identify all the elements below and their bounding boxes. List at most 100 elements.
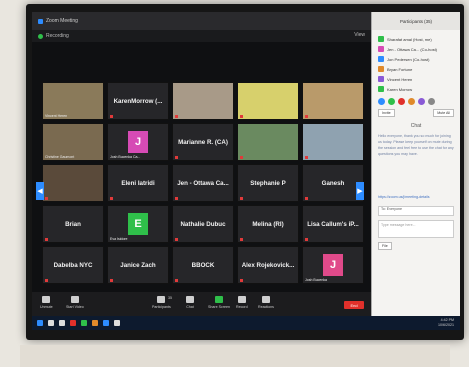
- participant-name: Lisa Callum's iP...: [307, 220, 359, 228]
- participant-tile[interactable]: Melina (RI): [237, 205, 299, 243]
- window-title: Zoom Meeting: [46, 18, 78, 24]
- participant-tile[interactable]: Vincent Heren: [42, 82, 104, 120]
- participant-row-name: Bryan Fortune: [387, 66, 413, 72]
- meeting-topbar: Recording View: [32, 30, 371, 42]
- app-icon-3[interactable]: [92, 320, 98, 326]
- app-icon-2[interactable]: [81, 320, 87, 326]
- participant-tile[interactable]: BBOCK: [172, 246, 234, 284]
- desk-surface: [20, 345, 450, 367]
- participant-tile[interactable]: [42, 164, 104, 202]
- participant-tile[interactable]: Ganesh: [302, 164, 364, 202]
- chat-button[interactable]: Chat: [186, 296, 194, 309]
- participant-tile[interactable]: Christine Gaumont: [42, 123, 104, 161]
- muted-mic-icon: [305, 197, 308, 200]
- chat-input[interactable]: Type message here...: [378, 220, 454, 238]
- search-icon[interactable]: [48, 320, 54, 326]
- participants-icon: [157, 296, 166, 303]
- participant-name: Melina (RI): [252, 220, 284, 228]
- microphone-icon: [42, 296, 51, 303]
- muted-mic-icon: [110, 279, 113, 282]
- zoom-taskbar-icon[interactable]: [103, 320, 109, 326]
- yes-icon[interactable]: [388, 98, 395, 105]
- muted-mic-icon: [175, 238, 178, 241]
- record-button[interactable]: Record: [236, 296, 248, 309]
- avatar: [378, 66, 384, 72]
- windows-taskbar: 4:42 PM 10/6/2021: [32, 316, 460, 330]
- chat-recipient-select[interactable]: To: Everyone: [378, 206, 454, 216]
- participant-row-name: Vincent Heren: [387, 76, 413, 82]
- participant-tile[interactable]: Brian: [42, 205, 104, 243]
- participant-tile[interactable]: Eleni Iatridi: [107, 164, 169, 202]
- view-button[interactable]: View: [354, 32, 365, 38]
- app-icon-1[interactable]: [70, 320, 76, 326]
- avatar: [378, 46, 384, 52]
- participant-name: Alex Rojekovick...: [241, 261, 295, 269]
- participant-tile[interactable]: Stephanie P: [237, 164, 299, 202]
- app-icon-4[interactable]: [114, 320, 120, 326]
- participant-tile[interactable]: E Eva Isidore: [107, 205, 169, 243]
- more-icon[interactable]: [428, 98, 435, 105]
- chat-icon: [186, 296, 194, 303]
- participant-tile[interactable]: Marianne R. (CA): [172, 123, 234, 161]
- participant-tile[interactable]: [302, 123, 364, 161]
- participants-panel: Participants (35) Sharafat amal (Host, m…: [371, 12, 460, 316]
- next-page-arrow[interactable]: ▶: [356, 182, 364, 200]
- participants-label: Participants: [152, 305, 171, 309]
- avatar: J: [128, 131, 148, 153]
- participant-tile[interactable]: J Josh Bucenka Ca...: [107, 123, 169, 161]
- system-clock: 4:42 PM 10/6/2021: [438, 318, 454, 328]
- end-meeting-button[interactable]: End: [344, 301, 364, 309]
- participant-row[interactable]: Sharafat amal (Host, me): [378, 34, 454, 44]
- participant-name: Stephanie P: [250, 179, 286, 187]
- participant-tile[interactable]: [237, 82, 299, 120]
- chat-link[interactable]: https://zoom.us/j/meeting-details: [378, 195, 454, 200]
- participant-row[interactable]: Karen Morrow: [378, 84, 454, 94]
- participant-tile[interactable]: [237, 123, 299, 161]
- unmute-button[interactable]: Unmute: [40, 296, 53, 309]
- participant-name: Eleni Iatridi: [121, 179, 155, 187]
- panel-title: Participants (35): [372, 12, 460, 30]
- participant-tile[interactable]: Nathalie Dubuc: [172, 205, 234, 243]
- start-video-button[interactable]: Start Video: [66, 296, 84, 309]
- participant-tile[interactable]: [172, 82, 234, 120]
- clock-date: 10/6/2021: [438, 323, 454, 327]
- meeting-toolbar: Unmute Start Video Participants 35 Chat …: [32, 292, 371, 316]
- participant-tile[interactable]: [302, 82, 364, 120]
- participant-row[interactable]: Bryan Fortune: [378, 64, 454, 74]
- windows-start-icon[interactable]: [37, 320, 43, 326]
- no-icon[interactable]: [398, 98, 405, 105]
- speed-up-icon[interactable]: [418, 98, 425, 105]
- avatar: J: [323, 254, 343, 276]
- participant-tile[interactable]: Alex Rojekovick...: [237, 246, 299, 284]
- file-button[interactable]: File: [378, 242, 392, 250]
- invite-button[interactable]: Invite: [378, 109, 395, 117]
- slow-down-icon[interactable]: [408, 98, 415, 105]
- participant-row[interactable]: Jen - Ottawa Ca... (Co-host): [378, 44, 454, 54]
- task-view-icon[interactable]: [59, 320, 65, 326]
- chat-title: Chat: [410, 123, 422, 129]
- share-screen-button[interactable]: Share Screen: [208, 296, 230, 309]
- muted-mic-icon: [305, 115, 308, 118]
- reactions-button[interactable]: Reactions: [258, 296, 274, 309]
- raise-hand-icon[interactable]: [378, 98, 385, 105]
- participant-tile[interactable]: Jen - Ottawa Ca...: [172, 164, 234, 202]
- muted-mic-icon: [45, 279, 48, 282]
- muted-mic-icon: [240, 279, 243, 282]
- muted-mic-icon: [110, 197, 113, 200]
- record-label: Record: [236, 305, 248, 309]
- mute-all-button[interactable]: Mute All: [433, 109, 454, 117]
- participant-tile[interactable]: KarenMorrow (...: [107, 82, 169, 120]
- muted-mic-icon: [175, 156, 178, 159]
- avatar: [378, 56, 384, 62]
- participant-tile[interactable]: Janice Zach: [107, 246, 169, 284]
- participant-row[interactable]: Vincent Heren: [378, 74, 454, 84]
- participant-tile[interactable]: Lisa Callum's iP...: [302, 205, 364, 243]
- participant-tile[interactable]: J Josh Bucenka: [302, 246, 364, 284]
- participant-tile[interactable]: Dabelba NYC: [42, 246, 104, 284]
- participant-count: 35: [168, 296, 172, 300]
- participant-name: Janice Zach: [120, 261, 156, 269]
- prev-page-arrow[interactable]: ◀: [36, 182, 44, 200]
- participant-row[interactable]: Jon Pedersen (Co-host): [378, 54, 454, 64]
- participant-row-name: Jon Pedersen (Co-host): [387, 56, 430, 62]
- participant-caption: Vincent Heren: [45, 114, 68, 118]
